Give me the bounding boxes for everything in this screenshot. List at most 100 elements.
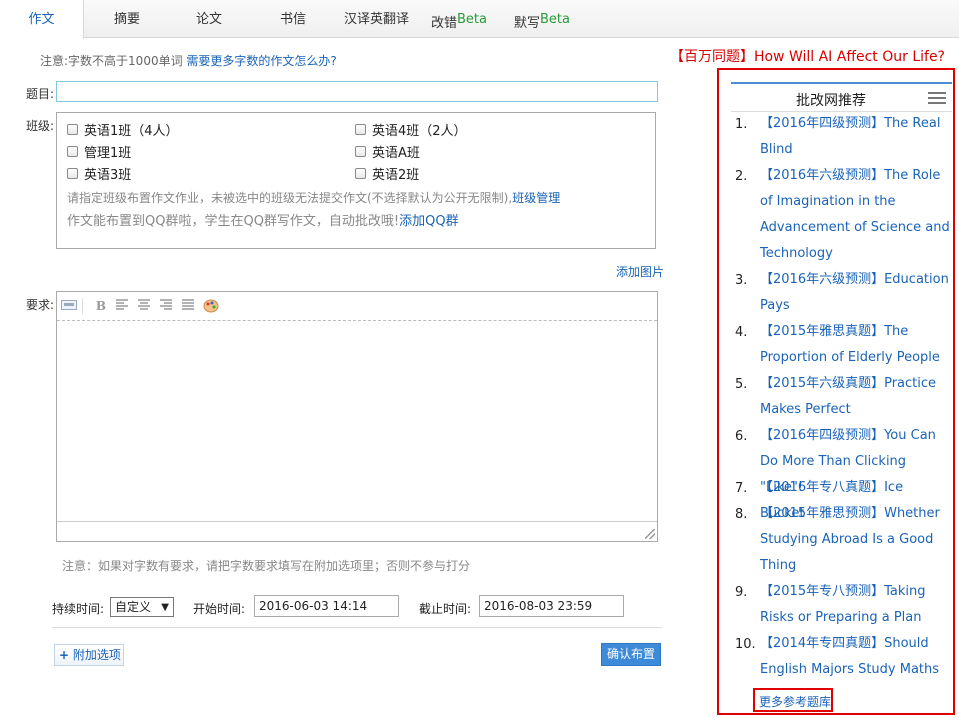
dropdown-arrow-icon: ▼	[161, 602, 169, 613]
editor-footer	[57, 521, 657, 541]
title-input[interactable]	[56, 81, 658, 102]
more-topics-link[interactable]: 更多参考题库	[759, 693, 831, 710]
tab-label: 书信	[280, 12, 307, 27]
class-option-label: 英语A班	[372, 146, 420, 161]
tab-correction[interactable]: 改错Beta	[431, 0, 487, 38]
checkbox[interactable]	[355, 124, 366, 135]
checkbox[interactable]	[355, 146, 366, 157]
class-option[interactable]: 英语2班	[355, 164, 419, 183]
class-option-label: 管理1班	[84, 146, 132, 161]
qq-hint: 作文能布置到QQ群啦，学生在QQ群写作文，自动批改哦!添加QQ群	[67, 210, 459, 229]
beta-badge: Beta	[457, 12, 487, 27]
recommend-header: 批改网推荐	[731, 82, 952, 112]
class-hint: 请指定班级布置作文作业，未被选中的班级无法提交作文(不选择默认为公开无限制),班…	[67, 189, 560, 206]
requirements-label: 要求:	[26, 298, 55, 312]
class-manage-link[interactable]: 班级管理	[512, 191, 560, 205]
justify-icon[interactable]	[181, 299, 195, 313]
class-option[interactable]: 英语3班	[67, 164, 131, 183]
more-topics-highlight: 更多参考题库	[753, 688, 833, 712]
class-option-label: 英语2班	[372, 168, 420, 183]
item-tag: 【2015年雅思预测】	[760, 506, 885, 521]
tab-essay[interactable]: 作文	[0, 0, 84, 39]
beta-badge: Beta	[540, 12, 570, 27]
class-option[interactable]: 管理1班	[67, 142, 131, 161]
tab-label: 摘要	[114, 12, 141, 27]
extra-options-button[interactable]: + 附加选项	[54, 644, 124, 666]
extra-options-label: 附加选项	[72, 648, 121, 662]
align-right-icon[interactable]	[159, 299, 173, 313]
editor-toolbar: B	[57, 292, 657, 321]
color-palette-icon[interactable]	[203, 299, 219, 313]
item-number: 9.	[735, 585, 748, 600]
item-number: 1.	[735, 117, 748, 132]
item-link[interactable]: 【2015年六级真题】Practice Makes Perfect	[760, 371, 950, 423]
add-image-link[interactable]: 添加图片	[616, 263, 664, 280]
recommend-panel: 批改网推荐 1. 【2016年四级预测】The Real Blind 2. 【2…	[717, 68, 955, 715]
checkbox[interactable]	[67, 146, 78, 157]
start-time-label: 开始时间:	[193, 602, 246, 616]
tab-label: 作文	[28, 12, 55, 27]
tab-thesis[interactable]: 论文	[196, 0, 222, 38]
class-option-label: 英语3班	[84, 168, 132, 183]
item-tag: 【2016年六级预测】	[760, 168, 885, 183]
resize-handle-icon[interactable]	[645, 529, 655, 539]
align-center-icon[interactable]	[137, 299, 151, 313]
duration-select[interactable]: 自定义 ▼	[110, 597, 174, 617]
toolbar-divider	[82, 298, 83, 314]
item-tag: 【2015年专八预测】	[760, 584, 885, 599]
tab-translation[interactable]: 汉译英翻译	[344, 0, 409, 38]
tab-summary[interactable]: 摘要	[114, 0, 140, 38]
plus-icon: +	[59, 648, 70, 662]
confirm-button[interactable]: 确认布置	[601, 643, 661, 666]
item-number: 5.	[735, 377, 748, 392]
item-number: 8.	[735, 507, 748, 522]
item-link[interactable]: 【2016年四级预测】The Real Blind	[760, 111, 950, 163]
tab-label: 论文	[196, 12, 223, 27]
class-option[interactable]: 英语4班（2人）	[355, 120, 467, 139]
item-tag: 【2016年四级预测】	[760, 116, 885, 131]
checkbox[interactable]	[67, 124, 78, 135]
item-number: 2.	[735, 169, 748, 184]
class-selector: 英语1班（4人） 英语4班（2人） 管理1班 英语A班 英语3班 英语2班 请指…	[56, 112, 656, 249]
html-mode-icon[interactable]	[61, 299, 77, 313]
item-tag: 【2015年六级真题】	[760, 376, 885, 391]
class-option-label: 英语4班（2人）	[372, 124, 467, 139]
tab-letter[interactable]: 书信	[280, 0, 306, 38]
item-tag: 【2014年专四真题】	[760, 636, 885, 651]
title-label: 题目:	[26, 87, 55, 101]
item-tag: 【2016年专八真题】	[760, 480, 885, 495]
item-link[interactable]: 【2014年专四真题】Should English Majors Study M…	[760, 631, 950, 683]
class-option[interactable]: 英语A班	[355, 142, 420, 161]
item-tag: 【2016年四级预测】	[760, 428, 885, 443]
class-option[interactable]: 英语1班（4人）	[67, 120, 179, 139]
item-tag: 【2016年六级预测】	[760, 272, 885, 287]
checkbox[interactable]	[355, 168, 366, 179]
promo-link[interactable]: 【百万同题】How Will AI Affect Our Life?	[670, 46, 945, 66]
item-link[interactable]: 【2015年雅思真题】The Proportion of Elderly Peo…	[760, 319, 950, 371]
item-link[interactable]: 【2016年六级预测】Education Pays	[760, 267, 950, 319]
editor-body[interactable]	[57, 322, 657, 511]
bold-icon[interactable]: B	[94, 299, 108, 313]
end-time-label: 截止时间:	[419, 602, 472, 616]
duration-label: 持续时间:	[52, 602, 105, 616]
item-number: 10.	[735, 637, 756, 652]
item-link[interactable]: 【2015年专八预测】Taking Risks or Preparing a P…	[760, 579, 950, 631]
align-left-icon[interactable]	[115, 299, 129, 313]
item-number: 3.	[735, 273, 748, 288]
tab-label: 改错	[431, 16, 458, 31]
tab-bar: 作文 摘要 论文 书信 汉译英翻译 改错Beta 默写Beta	[0, 0, 959, 39]
checkbox[interactable]	[67, 168, 78, 179]
item-link[interactable]: 【2016年六级预测】The Role of Imagination in th…	[760, 163, 950, 267]
tab-dictation[interactable]: 默写Beta	[514, 0, 570, 38]
notice-text: 注意:字数不高于1000单词	[40, 54, 183, 68]
list-menu-icon[interactable]	[928, 92, 946, 106]
start-time-input[interactable]: 2016-06-03 14:14	[254, 595, 399, 617]
add-qq-group-link[interactable]: 添加QQ群	[399, 214, 458, 229]
word-count-note: 注意：如果对字数有要求，请把字数要求填写在附加选项里；否则不参与打分	[62, 559, 471, 573]
divider	[52, 627, 662, 628]
item-link[interactable]: 【2015年雅思预测】Whether Studying Abroad Is a …	[760, 501, 950, 579]
recommend-title: 批改网推荐	[796, 93, 866, 109]
end-time-input[interactable]: 2016-08-03 23:59	[479, 595, 624, 617]
more-words-link[interactable]: 需要更多字数的作文怎么办?	[186, 54, 336, 68]
promo-title: How Will AI Affect Our Life?	[753, 49, 945, 65]
